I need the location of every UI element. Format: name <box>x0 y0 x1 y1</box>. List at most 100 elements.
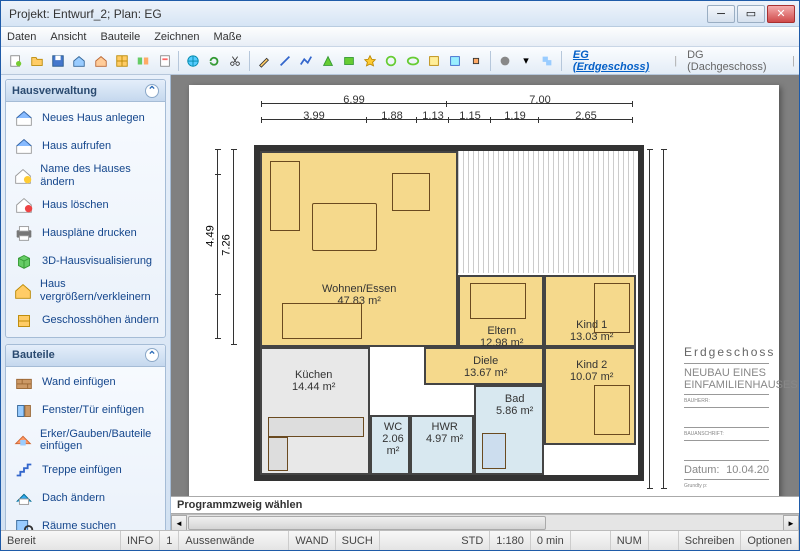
room-kuchen: Küchen14.44 m² <box>260 347 370 475</box>
room-label-diele: Diele13.67 m² <box>464 355 507 379</box>
tool-star-icon[interactable] <box>360 51 379 71</box>
tool-fill-icon[interactable] <box>495 51 514 71</box>
item-dach[interactable]: Dach ändern <box>6 484 165 512</box>
dim-top-3: 1.13 <box>417 119 449 132</box>
titlebar: Projekt: Entwurf_2; Plan: EG ─ ▭ ✕ <box>1 1 799 27</box>
scroll-left-button[interactable]: ◄ <box>171 515 187 530</box>
stairs-icon <box>12 459 36 481</box>
furniture-sofa <box>312 203 377 251</box>
item-erker[interactable]: Erker/Gauben/Bauteile einfügen <box>6 425 165 456</box>
minimize-button[interactable]: ─ <box>707 5 735 23</box>
h-scrollbar[interactable]: ◄ ► <box>171 514 799 530</box>
status-wand[interactable]: WAND <box>289 531 335 550</box>
tool-rect-icon[interactable] <box>339 51 358 71</box>
status-infoval: 1 <box>160 531 179 550</box>
panel-hausverwaltung: Hausverwaltung ⌃ Neues Haus anlegen Haus… <box>5 79 166 338</box>
drawing-paper: 6.99 7.00 3.99 1.88 1.13 1.15 1.19 2.65 … <box>189 85 779 496</box>
status-schreiben[interactable]: Schreiben <box>679 531 742 550</box>
tool-circle-icon[interactable] <box>382 51 401 71</box>
panel-header-hausverwaltung[interactable]: Hausverwaltung ⌃ <box>6 80 165 102</box>
item-raeume[interactable]: Räume suchen <box>6 512 165 530</box>
item-haus-aufrufen[interactable]: Haus aufrufen <box>6 132 165 160</box>
menubar: Daten Ansicht Bauteile Zeichnen Maße <box>1 27 799 47</box>
tool-house2-icon[interactable] <box>91 51 110 71</box>
tool-new-icon[interactable] <box>6 51 25 71</box>
canvas[interactable]: 6.99 7.00 3.99 1.88 1.13 1.15 1.19 2.65 … <box>171 75 799 496</box>
tool-save-icon[interactable] <box>49 51 68 71</box>
tool-hatch1-icon[interactable] <box>424 51 443 71</box>
tool-refresh-icon[interactable] <box>205 51 224 71</box>
scroll-thumb[interactable] <box>188 516 546 530</box>
house-delete-icon <box>12 194 36 216</box>
panel-title: Bauteile <box>12 349 55 361</box>
height-icon <box>12 310 36 332</box>
furniture-bed <box>594 283 630 333</box>
tool-open-icon[interactable] <box>27 51 46 71</box>
printer-icon <box>12 222 36 244</box>
item-3d[interactable]: 3D-Hausvisualisierung <box>6 247 165 275</box>
scroll-track[interactable] <box>187 515 783 530</box>
toolbar-separator <box>490 51 491 71</box>
menu-ansicht[interactable]: Ansicht <box>50 31 86 43</box>
wall-icon <box>12 372 36 394</box>
item-drucken[interactable]: Hauspläne drucken <box>6 219 165 247</box>
dim-top-4: 1.15 <box>449 119 491 132</box>
room-label-wc: WC2.06 m² <box>378 421 408 457</box>
maximize-button[interactable]: ▭ <box>737 5 765 23</box>
item-neues-haus[interactable]: Neues Haus anlegen <box>6 104 165 132</box>
menu-bauteile[interactable]: Bauteile <box>100 31 140 43</box>
tool-group-icon[interactable] <box>538 51 557 71</box>
terrace <box>458 151 638 273</box>
tool-pencil-icon[interactable] <box>254 51 273 71</box>
panel-bauteile: Bauteile ⌃ Wand einfügen Fenster/Tür ein… <box>5 344 166 530</box>
status-info[interactable]: INFO <box>121 531 160 550</box>
scroll-right-button[interactable]: ► <box>783 515 799 530</box>
tool-grid-icon[interactable] <box>112 51 131 71</box>
room-wohnen: Wohnen/Essen47.83 m² <box>260 151 458 347</box>
tool-dropdown-icon[interactable]: ▾ <box>516 51 535 71</box>
panel-title: Hausverwaltung <box>12 85 97 97</box>
furniture-chair <box>392 173 430 211</box>
content-area: Hausverwaltung ⌃ Neues Haus anlegen Haus… <box>1 75 799 530</box>
statusbar: Bereit INFO 1 Aussenwände WAND SUCH STD … <box>1 530 799 550</box>
room-label-hwr: HWR4.97 m² <box>426 421 463 445</box>
titleblock: Erdgeschoss NEUBAU EINESEINFAMILIENHAUSE… <box>684 345 769 496</box>
panel-header-bauteile[interactable]: Bauteile ⌃ <box>6 345 165 367</box>
tool-boxes-icon[interactable] <box>134 51 153 71</box>
item-wand[interactable]: Wand einfügen <box>6 369 165 397</box>
tab-dg[interactable]: DG (Dachgeschoss) <box>687 49 782 73</box>
status-optionen[interactable]: Optionen <box>741 531 799 550</box>
dim-top-6: 2.65 <box>539 119 633 132</box>
tool-line-icon[interactable] <box>275 51 294 71</box>
menu-daten[interactable]: Daten <box>7 31 36 43</box>
dim-right-1 <box>649 149 650 489</box>
item-treppe[interactable]: Treppe einfügen <box>6 456 165 484</box>
room-kind1: Kind 113.03 m² <box>544 275 636 347</box>
item-haus-rename[interactable]: Name des Hauses ändern <box>6 160 165 191</box>
tool-triangle-icon[interactable] <box>318 51 337 71</box>
status-num: NUM <box>611 531 649 550</box>
menu-masse[interactable]: Maße <box>213 31 241 43</box>
tool-hatch2-icon[interactable] <box>446 51 465 71</box>
tool-scissors-icon[interactable] <box>226 51 245 71</box>
tab-eg[interactable]: EG (Erdgeschoss) <box>573 49 664 73</box>
tool-house1-icon[interactable] <box>70 51 89 71</box>
item-haus-loeschen[interactable]: Haus löschen <box>6 191 165 219</box>
room-label-kind2: Kind 210.07 m² <box>570 359 613 383</box>
tool-polyline-icon[interactable] <box>297 51 316 71</box>
room-label-bad: Bad5.86 m² <box>496 393 533 417</box>
item-resize[interactable]: Haus vergrößern/verkleinern <box>6 275 165 306</box>
house-open-icon <box>12 135 36 157</box>
close-button[interactable]: ✕ <box>767 5 795 23</box>
status-such[interactable]: SUCH <box>336 531 380 550</box>
tool-snap-icon[interactable] <box>467 51 486 71</box>
item-fenster[interactable]: Fenster/Tür einfügen <box>6 397 165 425</box>
tool-ellipse-icon[interactable] <box>403 51 422 71</box>
tool-doc-icon[interactable] <box>155 51 174 71</box>
furniture-bed <box>470 283 526 319</box>
app-window: Projekt: Entwurf_2; Plan: EG ─ ▭ ✕ Daten… <box>0 0 800 551</box>
menu-zeichnen[interactable]: Zeichnen <box>154 31 199 43</box>
tool-globe-icon[interactable] <box>183 51 202 71</box>
item-hoehen[interactable]: Geschosshöhen ändern <box>6 307 165 335</box>
status-std[interactable]: STD <box>455 531 490 550</box>
